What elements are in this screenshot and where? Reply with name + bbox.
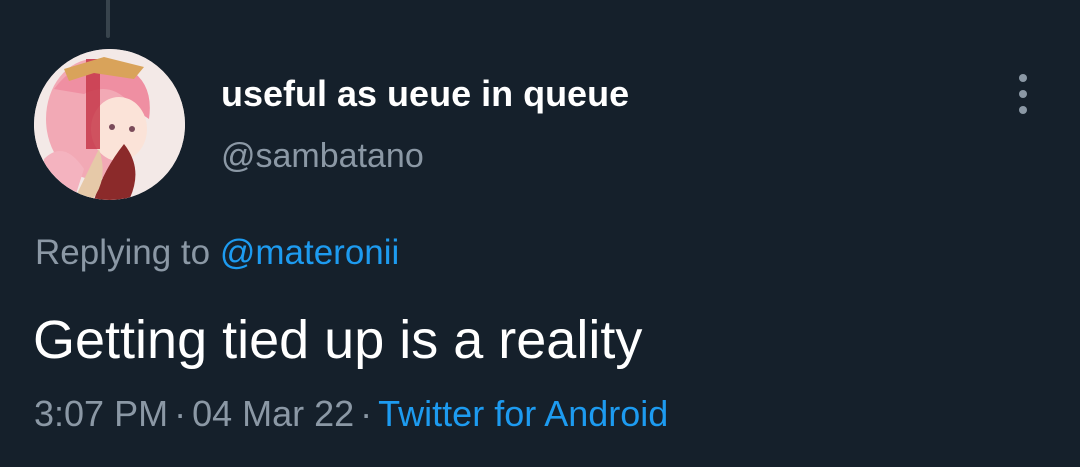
tweet-source-link[interactable]: Twitter for Android: [378, 393, 668, 434]
replying-to-label: Replying to: [35, 233, 211, 272]
separator-dot: ·: [174, 393, 187, 434]
tweet-metadata: 3:07 PM · 04 Mar 22 · Twitter for Android: [34, 392, 668, 436]
more-dot: [1019, 74, 1027, 82]
author-handle[interactable]: @sambatano: [221, 135, 424, 177]
more-options-icon[interactable]: [1009, 72, 1037, 116]
tweet-detail: useful as ueue in queue @sambatano Reply…: [0, 0, 1080, 467]
thread-connector-line: [106, 0, 110, 38]
avatar-image: [34, 49, 185, 200]
tweet-time[interactable]: 3:07 PM: [34, 393, 168, 434]
separator-dot: ·: [360, 393, 373, 434]
more-dot: [1019, 106, 1027, 114]
replying-to-mention-link[interactable]: @materonii: [220, 233, 399, 272]
replying-to: Replying to @materonii: [35, 231, 399, 275]
author-display-name[interactable]: useful as ueue in queue: [221, 73, 629, 115]
more-dot: [1019, 90, 1027, 98]
avatar[interactable]: [34, 49, 185, 200]
tweet-date[interactable]: 04 Mar 22: [192, 393, 354, 434]
tweet-text: Getting tied up is a reality: [33, 310, 643, 370]
